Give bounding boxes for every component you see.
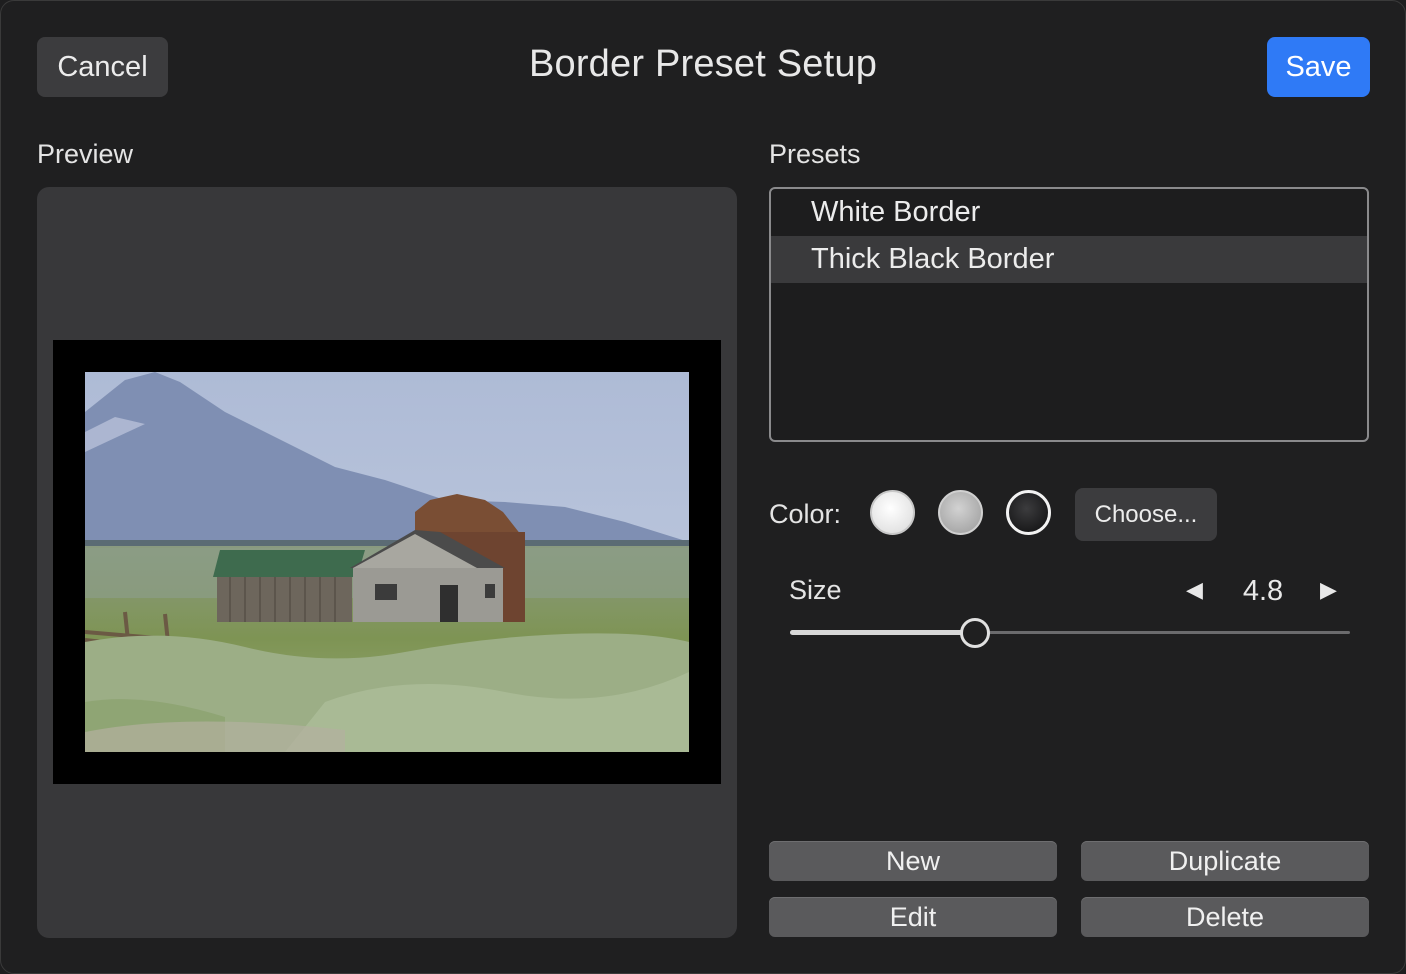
preview-photo xyxy=(85,372,689,752)
presets-label: Presets xyxy=(769,139,861,169)
triangle-left-icon[interactable]: ◀ xyxy=(1186,577,1203,603)
dialog-title: Border Preset Setup xyxy=(528,43,878,85)
color-swatch-gray[interactable] xyxy=(938,490,983,535)
size-label: Size xyxy=(789,575,842,605)
color-swatch-black[interactable] xyxy=(1006,490,1051,535)
preset-item-thick-black-border[interactable]: Thick Black Border xyxy=(771,236,1367,283)
delete-button[interactable]: Delete xyxy=(1081,897,1369,937)
edit-button[interactable]: Edit xyxy=(769,897,1057,937)
preview-panel xyxy=(37,187,737,938)
choose-color-button[interactable]: Choose... xyxy=(1075,488,1217,541)
size-value: 4.8 xyxy=(1242,575,1284,607)
color-swatch-white[interactable] xyxy=(870,490,915,535)
duplicate-button[interactable]: Duplicate xyxy=(1081,841,1369,881)
triangle-right-icon[interactable]: ▶ xyxy=(1320,577,1337,603)
preview-border-frame xyxy=(53,340,721,784)
preview-label: Preview xyxy=(37,139,134,169)
save-button[interactable]: Save xyxy=(1267,37,1370,97)
preset-item-white-border[interactable]: White Border xyxy=(771,189,1367,236)
dialog-window: Cancel Border Preset Setup Save Preview xyxy=(0,0,1406,974)
preset-list[interactable]: White Border Thick Black Border xyxy=(769,187,1369,442)
size-slider-knob[interactable] xyxy=(959,618,990,648)
size-slider-fill xyxy=(790,630,975,635)
new-button[interactable]: New xyxy=(769,841,1057,881)
color-label: Color: xyxy=(769,499,842,529)
